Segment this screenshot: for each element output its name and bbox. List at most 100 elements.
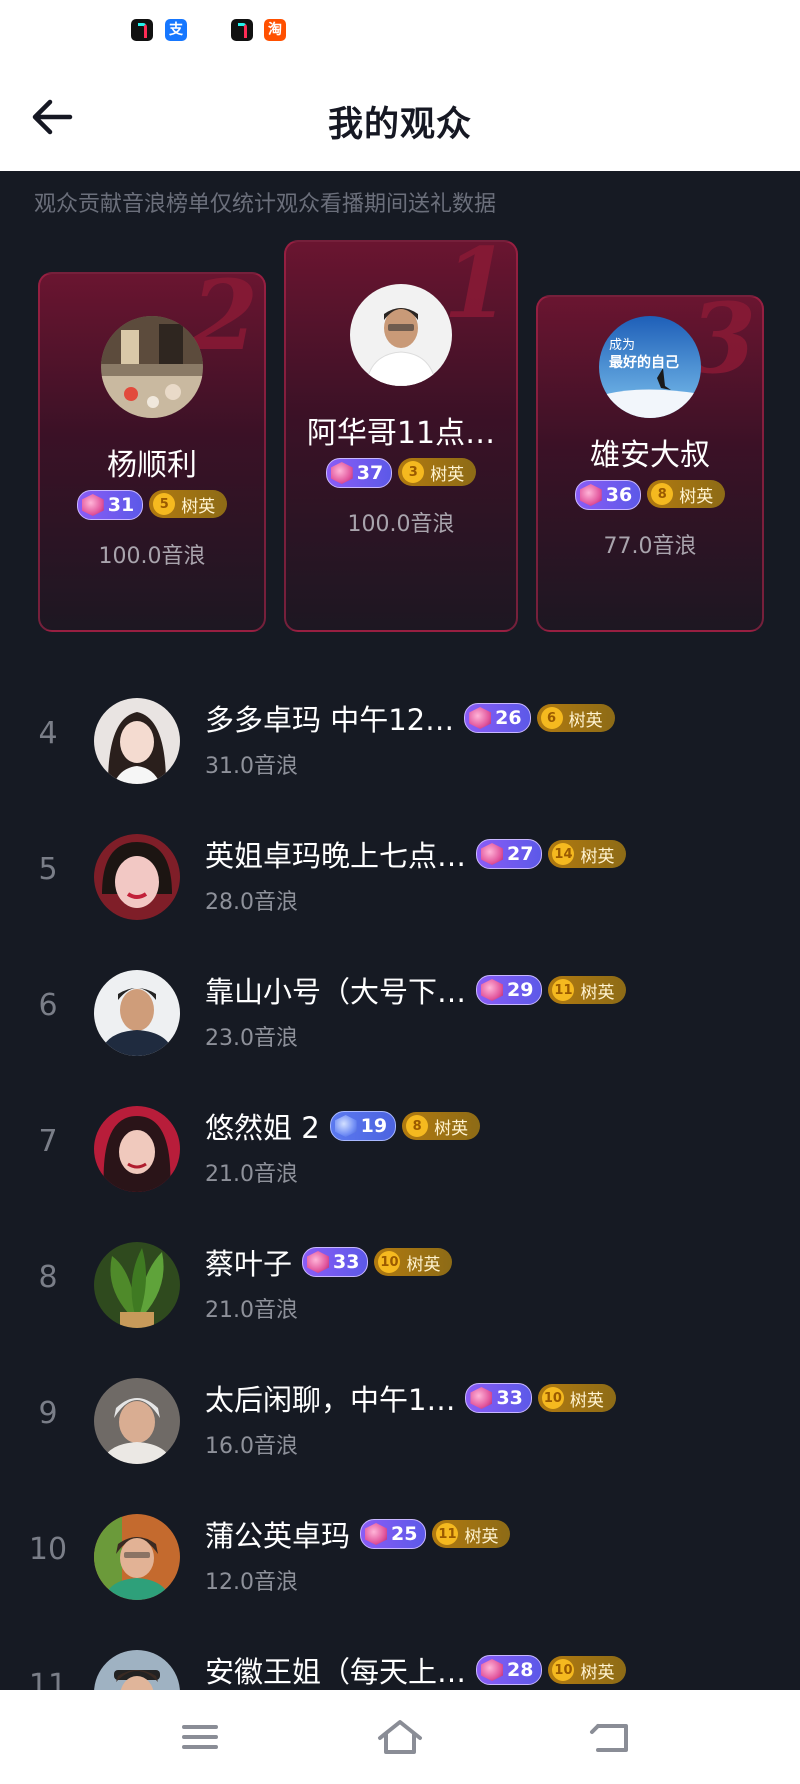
heart-icon: 10 xyxy=(552,1659,575,1681)
fan-club-badge: 5 树英 xyxy=(149,490,228,518)
contribution-value: 21.0音浪 xyxy=(205,1162,298,1187)
user-level: 36 xyxy=(605,484,633,506)
contribution-value: 23.0音浪 xyxy=(205,1026,298,1051)
level-gem-icon xyxy=(470,1387,493,1409)
name-line: 英姐卓玛晚上七点… 27 14 树英 xyxy=(205,836,627,873)
podium-badges: 37 3 树英 xyxy=(286,458,516,488)
fan-club-label: 树英 xyxy=(464,1526,499,1547)
heart-icon: 11 xyxy=(552,979,575,1001)
avatar-caption-bottom: 最好的自己 xyxy=(609,355,679,371)
heart-icon: 8 xyxy=(406,1115,429,1137)
avatar[interactable] xyxy=(94,1106,180,1192)
podium-card-rank-3[interactable]: 3 成为 最好的自己 雄安大叔 36 8 树英 77.0音浪 xyxy=(536,295,764,632)
level-gem-icon xyxy=(579,484,602,506)
status-bar: 支 淘 xyxy=(0,0,800,62)
podium-value: 100.0音浪 xyxy=(347,512,455,537)
fan-club-label: 树英 xyxy=(568,710,603,731)
name-line: 悠然姐 2 19 8 树英 xyxy=(205,1108,481,1145)
avatar[interactable] xyxy=(94,970,180,1056)
rank-number: 8 xyxy=(38,1260,58,1295)
viewer-name: 英姐卓玛晚上七点… xyxy=(205,839,467,873)
user-level: 37 xyxy=(356,462,384,484)
user-level-badge: 27 xyxy=(476,839,543,869)
name-line: 蔡叶子 33 10 树英 xyxy=(205,1244,453,1281)
user-level: 19 xyxy=(360,1115,388,1137)
user-level: 27 xyxy=(507,843,534,865)
level-gem-icon xyxy=(334,1115,357,1137)
fan-club-label: 树英 xyxy=(406,1254,441,1275)
taobao-icon: 淘 xyxy=(264,19,286,41)
tiktok-lite-icon xyxy=(231,19,253,41)
home-button[interactable] xyxy=(370,1714,430,1760)
podium-card-rank-1[interactable]: 1 阿华哥11点… 37 3 树英 100.0音浪 xyxy=(284,240,518,632)
rank-number: 4 xyxy=(38,716,58,751)
avatar[interactable] xyxy=(94,1242,180,1328)
fan-club-label: 树英 xyxy=(580,846,615,867)
avatar[interactable] xyxy=(94,834,180,920)
user-level-badge: 33 xyxy=(302,1247,369,1277)
rank-number: 7 xyxy=(38,1124,58,1159)
contribution-value: 21.0音浪 xyxy=(205,1298,298,1323)
user-level: 33 xyxy=(496,1387,523,1409)
user-level-badge: 26 xyxy=(464,703,531,733)
avatar[interactable] xyxy=(350,284,452,386)
fan-club-label: 树英 xyxy=(181,496,216,517)
user-level: 28 xyxy=(507,1659,534,1681)
user-level: 29 xyxy=(507,979,534,1001)
list-item[interactable]: 10 蒲公英卓玛 25 11 树英 12.0音浪 xyxy=(0,1490,800,1626)
heart-icon: 14 xyxy=(552,843,575,865)
rank-number: 6 xyxy=(38,988,58,1023)
avatar-caption-top: 成为 xyxy=(609,338,636,353)
user-level-badge: 37 xyxy=(325,458,393,488)
podium-card-rank-2[interactable]: 2 杨顺利 31 5 树英 100.0音浪 xyxy=(38,272,266,632)
back-icon xyxy=(590,1724,628,1752)
name-line: 太后闲聊，中午1… 33 10 树英 xyxy=(205,1380,616,1417)
system-back-button[interactable] xyxy=(582,1714,642,1760)
page-title: 我的观众 xyxy=(327,105,472,145)
level-gem-icon xyxy=(81,494,104,516)
level-gem-icon xyxy=(481,979,504,1001)
avatar[interactable] xyxy=(94,1378,180,1464)
list-item[interactable]: 6 靠山小号（大号下… 29 11 树英 23.0音浪 xyxy=(0,946,800,1082)
heart-icon: 3 xyxy=(402,461,425,483)
podium-name: 阿华哥11点… xyxy=(306,416,496,451)
fan-club-label: 树英 xyxy=(569,1390,604,1411)
podium-badges: 31 5 树英 xyxy=(40,490,264,520)
fan-club-badge: 10 树英 xyxy=(548,1656,627,1684)
fan-club-badge: 6 树英 xyxy=(536,704,615,732)
level-gem-icon xyxy=(365,1523,388,1545)
avatar[interactable]: 成为 最好的自己 xyxy=(599,316,701,418)
viewer-name: 安徽王姐（每天上… xyxy=(205,1655,467,1689)
heart-icon: 8 xyxy=(651,483,674,505)
user-level: 33 xyxy=(333,1251,360,1273)
user-level-badge: 33 xyxy=(465,1383,532,1413)
contribution-value: 12.0音浪 xyxy=(205,1570,298,1595)
fan-club-badge: 10 树英 xyxy=(537,1384,616,1412)
level-gem-icon xyxy=(307,1251,330,1273)
menu-icon xyxy=(182,1725,218,1749)
contribution-value: 28.0音浪 xyxy=(205,890,298,915)
name-line: 安徽王姐（每天上… 28 10 树英 xyxy=(205,1652,627,1689)
user-level: 26 xyxy=(495,707,522,729)
name-line: 蒲公英卓玛 25 11 树英 xyxy=(205,1516,511,1553)
fan-club-badge: 11 树英 xyxy=(432,1520,511,1548)
user-level-badge: 19 xyxy=(329,1111,397,1141)
menu-button[interactable] xyxy=(170,1714,230,1760)
contribution-value: 16.0音浪 xyxy=(205,1434,298,1459)
list-item[interactable]: 5 英姐卓玛晚上七点… 27 14 树英 28.0音浪 xyxy=(0,810,800,946)
list-item[interactable]: 8 蔡叶子 33 10 树英 21.0音浪 xyxy=(0,1218,800,1354)
level-gem-icon xyxy=(330,462,353,484)
avatar[interactable] xyxy=(101,316,203,418)
avatar[interactable] xyxy=(94,698,180,784)
list-item[interactable]: 7 悠然姐 2 19 8 树英 21.0音浪 xyxy=(0,1082,800,1218)
fan-club-badge: 8 树英 xyxy=(647,480,726,508)
fan-club-label: 树英 xyxy=(430,464,465,485)
list-item[interactable]: 4 多多卓玛 中午12… 26 6 树英 31.0音浪 xyxy=(0,674,800,810)
list-item[interactable]: 9 太后闲聊，中午1… 33 10 树英 16.0音浪 xyxy=(0,1354,800,1490)
header-bar: 我的观众 xyxy=(0,62,800,171)
alipay-icon: 支 xyxy=(165,19,187,41)
avatar[interactable] xyxy=(94,1514,180,1600)
viewer-name: 靠山小号（大号下… xyxy=(205,975,467,1009)
home-icon xyxy=(378,1720,422,1754)
level-gem-icon xyxy=(481,1659,504,1681)
